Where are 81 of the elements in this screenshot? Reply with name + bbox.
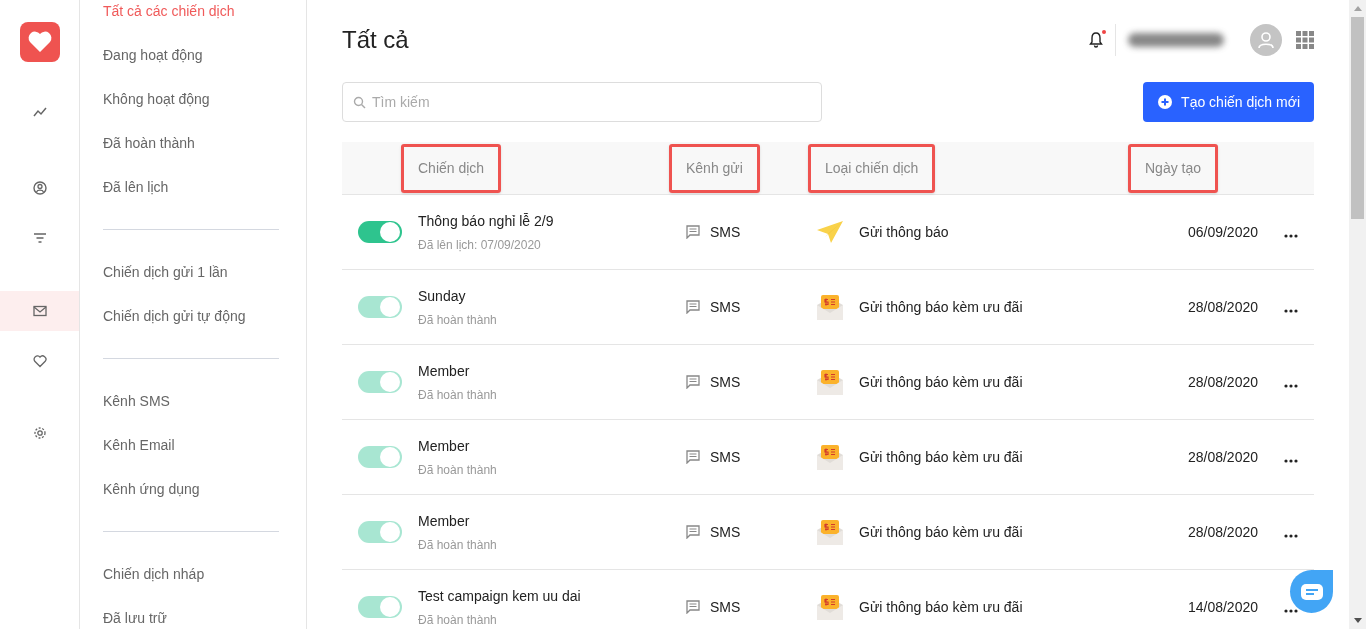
bell-icon[interactable] (1089, 32, 1103, 48)
sidebar-item[interactable]: Kênh Email (103, 423, 279, 467)
created-date: 28/08/2020 (1187, 372, 1258, 392)
envelope-coupon-icon (817, 369, 843, 395)
sidebar-item[interactable]: Chiến dịch nháp (103, 552, 279, 596)
envelope-coupon-icon (817, 594, 843, 620)
envelope-coupon-icon (817, 519, 843, 545)
sidebar-item[interactable]: Chiến dịch gửi 1 lần (103, 250, 279, 294)
column-header: Ngày tạo (1128, 143, 1219, 193)
campaign-type: Gửi thông báo kèm ưu đãi (859, 597, 1023, 617)
channel-label: SMS (710, 222, 741, 242)
envelope-coupon-icon (817, 444, 843, 470)
campaign-status: Đã hoàn thành (418, 461, 498, 479)
page-title: Tất cả (342, 25, 409, 55)
channel-label: SMS (710, 597, 741, 617)
campaign-name[interactable]: Thông báo nghỉ lễ 2/9 (418, 210, 686, 232)
more-icon[interactable] (1284, 534, 1298, 538)
campaign-type: Gửi thông báo kèm ưu đãi (859, 522, 1023, 542)
more-icon[interactable] (1284, 384, 1298, 388)
settings-icon (32, 426, 47, 440)
column-header: Kênh gửi (669, 143, 760, 193)
created-date: 28/08/2020 (1187, 447, 1258, 467)
more-icon[interactable] (1284, 234, 1298, 238)
more-icon[interactable] (1284, 309, 1298, 313)
scroll-up-icon[interactable] (1353, 6, 1362, 11)
channel-label: SMS (710, 447, 741, 467)
created-date: 14/08/2020 (1187, 597, 1258, 617)
message-icon (686, 600, 700, 614)
more-icon[interactable] (1284, 609, 1298, 613)
create-campaign-button[interactable]: Tạo chiến dịch mới (1143, 82, 1314, 122)
plus-icon (1157, 94, 1174, 110)
column-header: Loại chiến dịch (808, 143, 936, 193)
scrollbar-thumb[interactable] (1351, 17, 1364, 219)
campaign-type: Gửi thông báo kèm ưu đãi (859, 297, 1023, 317)
sidebar-item[interactable]: Đã lưu trữ (103, 596, 279, 629)
filter-icon (32, 231, 47, 245)
message-icon (686, 225, 700, 239)
sidebar-item[interactable]: Đang hoạt động (103, 33, 279, 77)
sidebar-item[interactable]: Tất cả các chiến dịch (103, 0, 279, 33)
trend-line-icon (32, 105, 47, 119)
campaign-type: Gửi thông báo (859, 222, 949, 242)
scroll-down-icon[interactable] (1353, 618, 1362, 623)
message-icon (686, 300, 700, 314)
user-icon (32, 181, 47, 195)
search-icon (353, 96, 366, 109)
campaign-status: Đã lên lịch: 07/09/2020 (418, 236, 542, 254)
rail-item[interactable] (0, 291, 79, 331)
chat-icon (1300, 583, 1323, 600)
campaign-type: Gửi thông báo kèm ưu đãi (859, 372, 1023, 392)
sidebar-item[interactable]: Đã hoàn thành (103, 121, 279, 165)
sidebar-item[interactable]: Đã lên lịch (103, 165, 279, 209)
created-date: 06/09/2020 (1187, 222, 1258, 242)
avatar-icon[interactable] (1250, 24, 1282, 56)
message-icon (686, 525, 700, 539)
scrollbar[interactable] (1349, 0, 1366, 629)
message-icon (686, 375, 700, 389)
heart-icon (32, 354, 47, 368)
paper-plane-icon (817, 221, 843, 243)
toggle-switch[interactable] (358, 221, 402, 243)
channel-label: SMS (710, 297, 741, 317)
sidebar-item[interactable]: Kênh SMS (103, 379, 279, 423)
column-header: Chiến dịch (401, 143, 502, 193)
created-date: 28/08/2020 (1187, 297, 1258, 317)
search-field[interactable]: Tìm kiếm (342, 82, 822, 122)
sidebar-item[interactable]: Không hoạt động (103, 77, 279, 121)
sidebar-item[interactable]: Kênh ứng dụng (103, 467, 279, 511)
created-date: 28/08/2020 (1187, 522, 1258, 542)
campaign-status: Đã hoàn thành (418, 536, 498, 554)
more-icon[interactable] (1284, 459, 1298, 463)
mail-icon (32, 304, 47, 318)
envelope-coupon-icon (817, 294, 843, 320)
channel-label: SMS (710, 522, 741, 542)
message-icon (686, 450, 700, 464)
campaign-status: Đã hoàn thành (418, 386, 498, 404)
heart-logo-icon[interactable] (19, 22, 60, 62)
campaign-type: Gửi thông báo kèm ưu đãi (859, 447, 1023, 467)
campaign-status: Đã hoàn thành (418, 311, 498, 329)
campaign-status: Đã hoàn thành (418, 611, 498, 629)
sidebar-item[interactable]: Chiến dịch gửi tự động (103, 294, 279, 338)
channel-label: SMS (710, 372, 741, 392)
apps-grid-icon[interactable] (1296, 31, 1314, 49)
